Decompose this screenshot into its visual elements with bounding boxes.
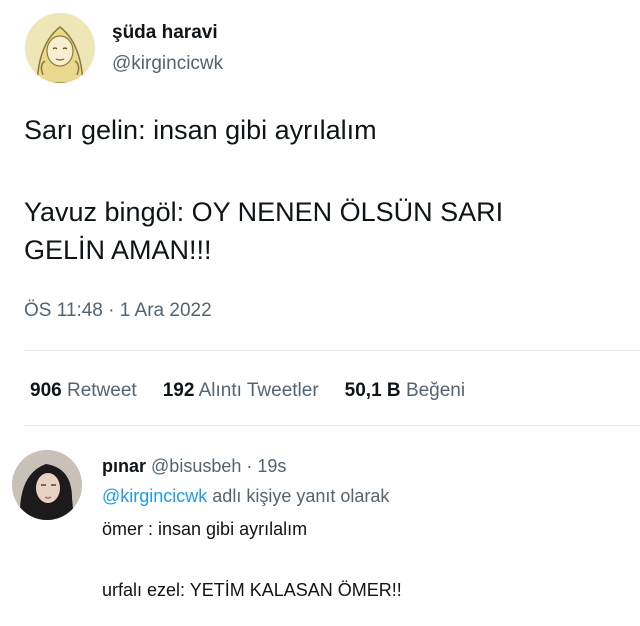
likes-stat[interactable]: 50,1 B Beğeni — [345, 380, 465, 401]
reply-to-mention[interactable]: @kirgincicwk — [102, 486, 207, 506]
tweet-text-line-2: Yavuz bingöl: OY NENEN ÖLSÜN SARI — [24, 197, 504, 227]
reply-display-name[interactable]: pınar — [102, 456, 146, 476]
reply-to-suffix: adlı kişiye yanıt olarak — [207, 486, 390, 506]
quotes-stat[interactable]: 192 Alıntı Tweetler — [163, 380, 319, 401]
reply-header: pınar @bisusbeh · 19s — [102, 456, 286, 477]
likes-label: Beğeni — [405, 380, 466, 401]
profile-photo-icon — [12, 450, 82, 520]
author-display-name[interactable]: şüda haravi — [112, 22, 218, 44]
tweet-text-line-1: Sarı gelin: insan gibi ayrılalım — [24, 115, 377, 145]
reply-context: @kirgincicwk adlı kişiye yanıt olarak — [102, 486, 389, 507]
retweets-count: 906 — [30, 380, 62, 401]
reply-age[interactable]: 19s — [257, 456, 286, 476]
retweets-stat[interactable]: 906 Retweet — [30, 380, 137, 401]
likes-count: 50,1 B — [344, 380, 401, 401]
reply-text-line-1: ömer : insan gibi ayrılalım — [102, 519, 308, 539]
tweet-text-line-3: GELİN AMAN!!! — [24, 235, 212, 265]
author-handle[interactable]: @kirgincicwk — [112, 53, 223, 75]
tweet-timestamp[interactable]: ÖS 11:48 · 1 Ara 2022 — [24, 300, 212, 322]
reply-text-line-2: urfalı ezel: YETİM KALASAN ÖMER!! — [102, 580, 402, 600]
separator-dot: · — [246, 456, 253, 476]
divider — [24, 350, 640, 351]
author-avatar[interactable] — [25, 13, 95, 83]
quotes-count: 192 — [162, 380, 195, 401]
quotes-label: Alıntı Tweetler — [198, 380, 319, 401]
divider — [24, 425, 640, 426]
cartoon-hijab-avatar-icon — [25, 13, 95, 83]
tweet-stats: 906 Retweet 192 Alıntı Tweetler 50,1 B Beğ… — [30, 380, 491, 402]
reply-author-avatar[interactable] — [12, 450, 82, 520]
retweets-label: Retweet — [66, 380, 137, 401]
reply-handle[interactable]: @bisusbeh — [151, 456, 241, 476]
